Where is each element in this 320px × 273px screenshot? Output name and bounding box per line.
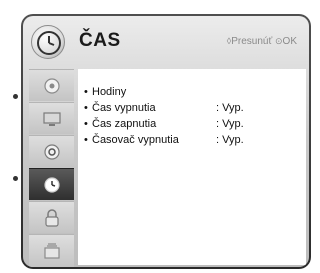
menu-item-sleep-timer[interactable]: • Časovač vypnutia <box>84 134 179 146</box>
menu-item-label: Časovač vypnutia <box>92 134 179 146</box>
sidebar-item-picture[interactable] <box>29 69 74 101</box>
tv-menu-frame: ČAS ◊Presunúť ⊙OK • Hodiny • Čas vypnuti… <box>21 14 311 269</box>
sidebar-item-time[interactable] <box>29 168 74 200</box>
sidebar-item-sound[interactable] <box>29 135 74 167</box>
menu-item-label: Čas vypnutia <box>92 102 156 114</box>
frame-dot <box>13 176 18 181</box>
move-hint-label: Presunúť <box>231 36 273 47</box>
frame-dot <box>13 94 18 99</box>
settings-list: • Hodiny • Čas vypnutia : Vyp. • Čas zapnut… <box>78 69 306 265</box>
category-sidebar <box>29 69 74 267</box>
menu-item-value: : Vyp. <box>216 118 244 130</box>
lock-icon <box>45 209 59 227</box>
sidebar-item-screen[interactable] <box>29 102 74 134</box>
option-icon <box>44 243 60 259</box>
page-title: ČAS <box>79 30 121 51</box>
monitor-icon <box>43 112 61 126</box>
sound-icon <box>44 144 60 160</box>
picture-icon <box>44 78 60 94</box>
ok-button-icon: ⊙ <box>275 36 283 46</box>
clock-icon <box>44 177 60 193</box>
menu-item-label: Čas zapnutia <box>92 118 157 130</box>
menu-item-off-time[interactable]: • Čas vypnutia <box>84 102 156 114</box>
navigation-hint: ◊Presunúť ⊙OK <box>227 36 297 47</box>
menu-item-clock[interactable]: • Hodiny <box>84 86 126 98</box>
menu-item-value: : Vyp. <box>216 102 244 114</box>
menu-item-value: : Vyp. <box>216 134 244 146</box>
menu-header: ČAS ◊Presunúť ⊙OK <box>23 16 309 66</box>
sidebar-item-lock[interactable] <box>29 201 74 233</box>
sidebar-item-option[interactable] <box>29 234 74 267</box>
clock-icon <box>31 25 65 59</box>
menu-item-on-time[interactable]: • Čas zapnutia <box>84 118 156 130</box>
menu-panel: ČAS ◊Presunúť ⊙OK • Hodiny • Čas vypnuti… <box>23 16 309 267</box>
menu-item-label: Hodiny <box>92 86 127 98</box>
ok-hint-label: OK <box>282 36 297 47</box>
